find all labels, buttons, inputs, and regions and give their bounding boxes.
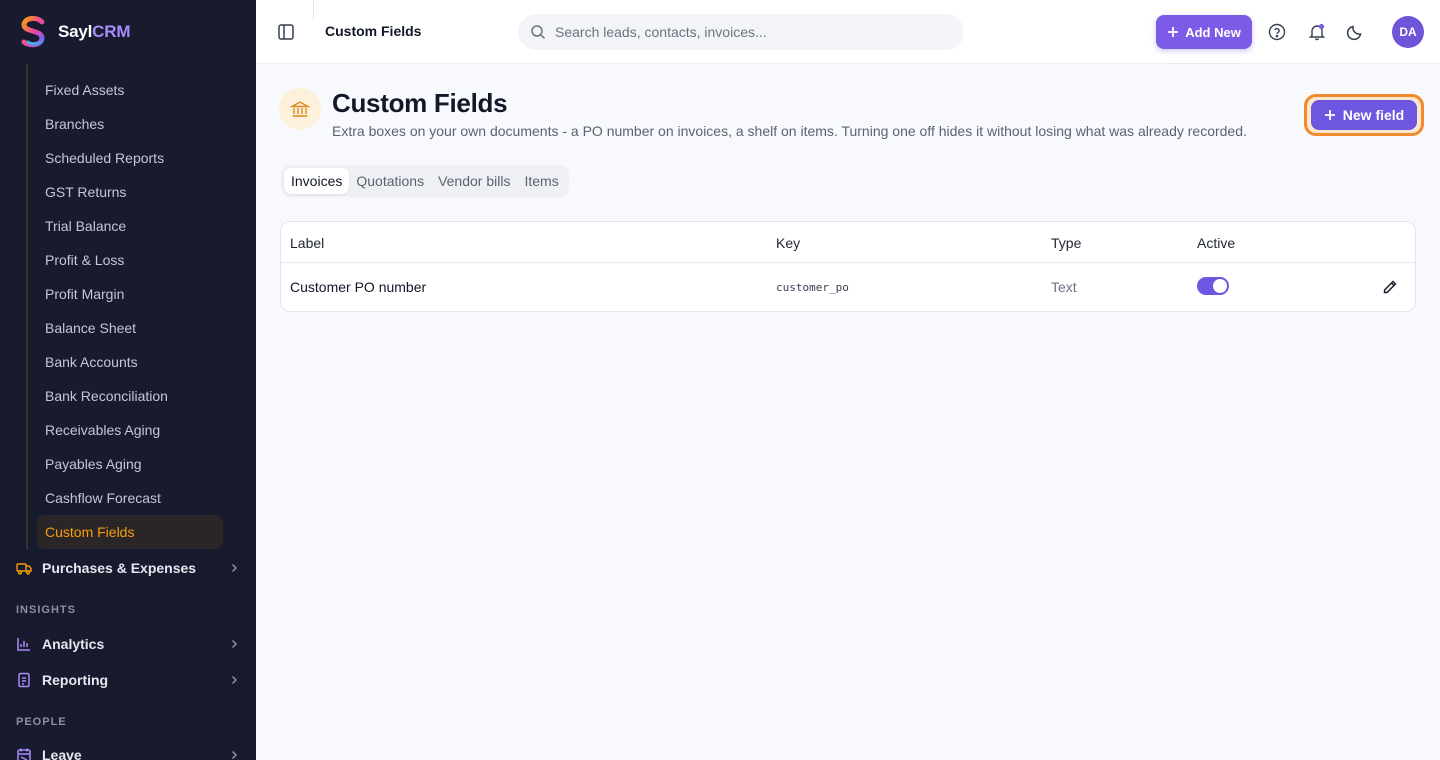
sidebar-toggle-icon[interactable] — [276, 21, 296, 43]
new-field-label: New field — [1342, 107, 1405, 123]
brand-name: SaylCRM — [58, 22, 131, 41]
chevron-right-icon — [231, 750, 238, 760]
sidebar-subitem-cashflow-forecast[interactable]: Cashflow Forecast — [37, 481, 223, 515]
column-header-label: Label — [290, 235, 325, 251]
nav-analytics[interactable]: Analytics — [16, 632, 240, 656]
tab-quotations[interactable]: Quotations — [349, 168, 431, 194]
sidebar-subitem-branches[interactable]: Branches — [37, 107, 223, 141]
custom-fields-table: Label Key Type Active Customer PO number… — [280, 221, 1416, 312]
plus-icon — [1324, 110, 1335, 120]
sidebar: SaylCRM Fixed Assets Branches Scheduled Re… — [0, 0, 256, 760]
tab-items[interactable]: Items — [517, 168, 565, 194]
topbar: Custom Fields Add New DA — [256, 0, 1440, 64]
brand[interactable]: SaylCRM — [18, 16, 130, 48]
sidebar-subitem-bank-reconciliation[interactable]: Bank Reconciliation — [37, 379, 223, 413]
submenu-list: Fixed Assets Branches Scheduled Reports GST… — [37, 73, 223, 549]
tab-vendor-bills[interactable]: Vendor bills — [431, 168, 517, 194]
table-header: Label Key Type Active — [281, 222, 1415, 263]
truck-icon — [16, 560, 32, 576]
bar-chart-icon — [16, 636, 32, 652]
field-key: customer_po — [776, 281, 849, 294]
column-header-active: Active — [1197, 235, 1236, 251]
nav-label: Analytics — [42, 636, 105, 652]
new-field-focus-ring: New field — [1304, 94, 1424, 136]
sidebar-subitem-custom-fields[interactable]: Custom Fields — [37, 515, 223, 549]
tab-invoices[interactable]: Invoices — [284, 168, 350, 194]
moon-icon[interactable] — [1344, 21, 1366, 43]
field-label: Customer PO number — [290, 279, 427, 295]
search-icon — [531, 25, 546, 40]
section-label-insights: INSIGHTS — [16, 604, 76, 616]
column-header-type: Type — [1051, 235, 1082, 251]
sidebar-subitem-profit-margin[interactable]: Profit Margin — [37, 277, 223, 311]
bell-icon[interactable] — [1306, 21, 1328, 43]
report-icon — [16, 672, 32, 688]
plus-icon — [1168, 27, 1179, 37]
nav-reporting[interactable]: Reporting — [16, 668, 240, 692]
sidebar-subitem-receivables-aging[interactable]: Receivables Aging — [37, 413, 223, 447]
divider — [313, 0, 314, 20]
bank-icon — [279, 88, 321, 130]
toggle-knob — [1213, 279, 1227, 293]
chevron-right-icon — [231, 675, 238, 685]
help-icon[interactable] — [1266, 21, 1288, 43]
document-tabs: Invoices Quotations Vendor bills Items — [281, 165, 569, 197]
sidebar-subitem-balance-sheet[interactable]: Balance Sheet — [37, 311, 223, 345]
nav-leave[interactable]: Leave — [16, 743, 240, 760]
sidebar-subitem-trial-balance[interactable]: Trial Balance — [37, 209, 223, 243]
add-new-button[interactable]: Add New — [1156, 15, 1252, 49]
table-row[interactable]: Customer PO number customer_po Text — [281, 263, 1415, 311]
pencil-icon[interactable] — [1382, 279, 1398, 295]
sidebar-subitem-bank-accounts[interactable]: Bank Accounts — [37, 345, 223, 379]
nav-label: Reporting — [42, 672, 109, 688]
nav-purchases-expenses[interactable]: Purchases & Expenses — [16, 556, 240, 580]
active-toggle[interactable] — [1197, 277, 1229, 295]
new-field-button[interactable]: New field — [1311, 100, 1417, 130]
chevron-right-icon — [231, 639, 238, 649]
sidebar-subitem-fixed-assets[interactable]: Fixed Assets — [37, 73, 223, 107]
search-bar[interactable] — [518, 14, 964, 50]
search-input[interactable] — [555, 24, 935, 40]
section-label-people: PEOPLE — [16, 716, 67, 728]
sidebar-subitem-profit-loss[interactable]: Profit & Loss — [37, 243, 223, 277]
avatar[interactable]: DA — [1392, 16, 1424, 48]
submenu-rail — [26, 64, 28, 550]
calendar-icon — [16, 747, 32, 760]
add-new-label: Add New — [1185, 24, 1241, 40]
breadcrumb: Custom Fields — [325, 23, 422, 39]
page-title: Custom Fields — [332, 88, 508, 118]
brand-logo-icon — [21, 16, 45, 48]
chevron-right-icon — [231, 563, 238, 573]
nav-label: Purchases & Expenses — [42, 560, 197, 576]
nav-label: Leave — [42, 747, 82, 760]
sidebar-subitem-payables-aging[interactable]: Payables Aging — [37, 447, 223, 481]
column-header-key: Key — [776, 235, 801, 251]
sidebar-subitem-gst-returns[interactable]: GST Returns — [37, 175, 223, 209]
field-type: Text — [1051, 279, 1077, 295]
page-subtitle: Extra boxes on your own documents - a PO… — [332, 123, 1247, 139]
sidebar-subitem-scheduled-reports[interactable]: Scheduled Reports — [37, 141, 223, 175]
